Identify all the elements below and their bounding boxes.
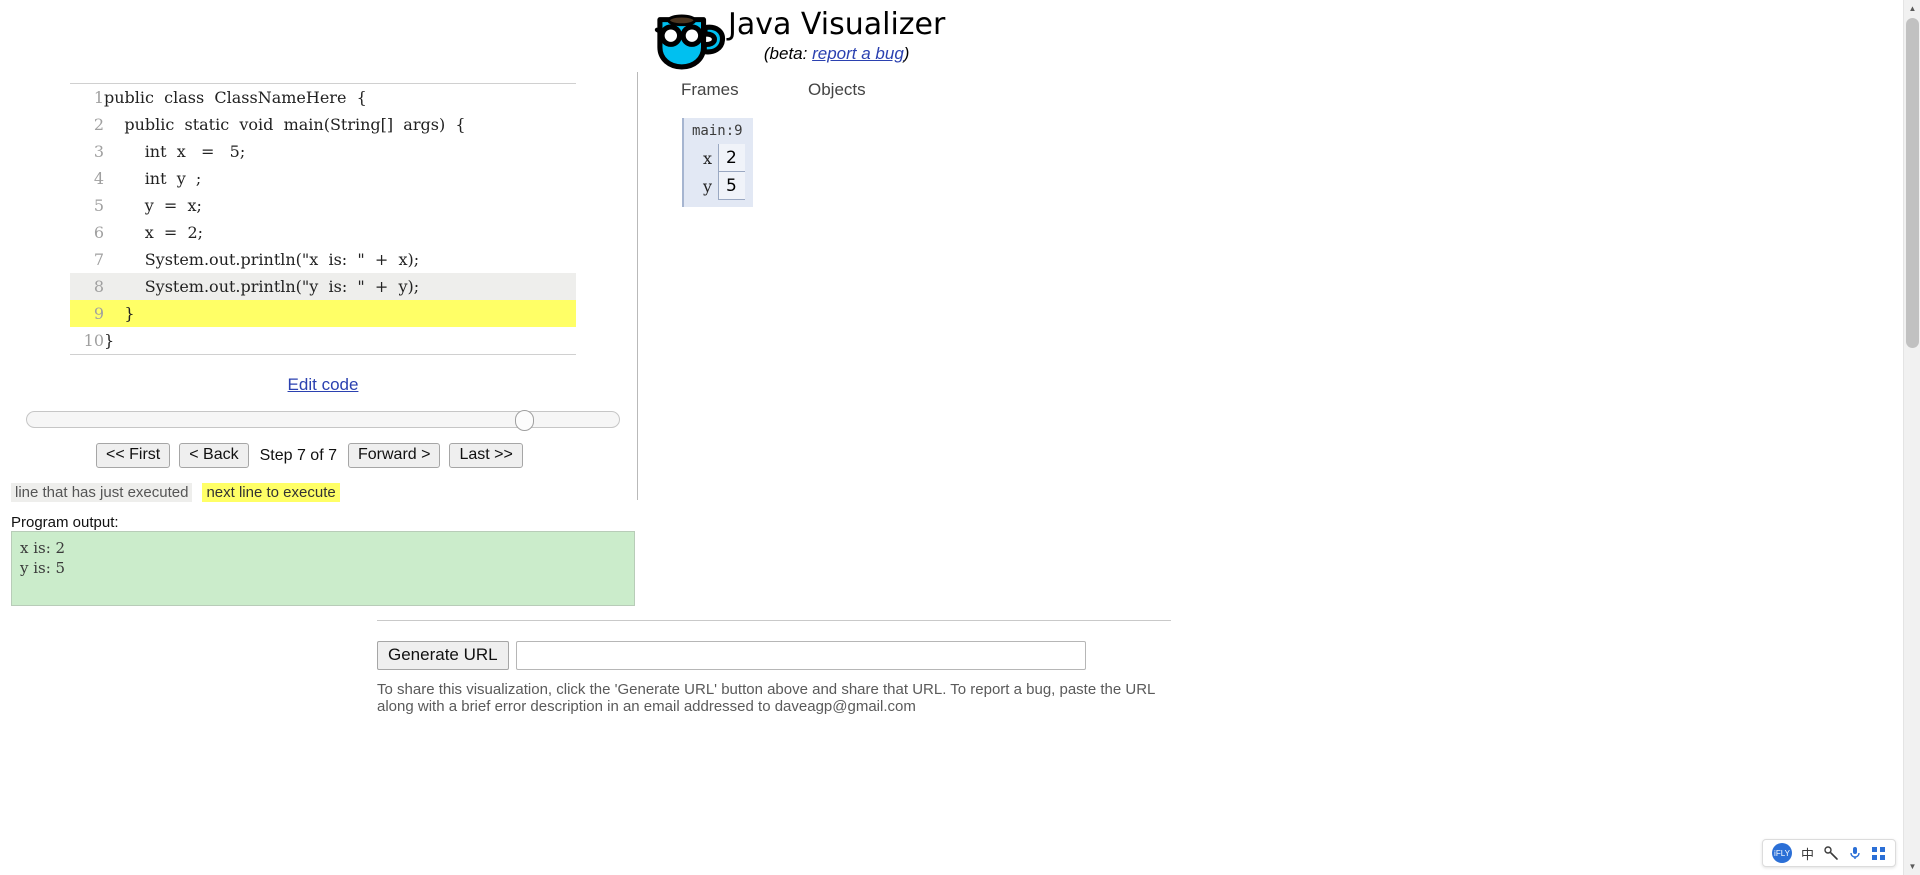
share-help-text: To share this visualization, click the '… [377,681,1155,715]
frames-heading: Frames [681,80,739,99]
ime-tools-icon[interactable] [1823,845,1839,861]
ime-microphone-icon[interactable] [1848,845,1862,861]
ime-floating-toolbar: iFLY 中 [1761,839,1896,867]
last-button[interactable]: Last >> [449,443,523,468]
code-line-text: System.out.println("y is: " + y); [104,273,576,300]
code-line-row: 5 y = x; [70,192,576,219]
code-line-row: 1 public class ClassNameHere { [70,84,576,111]
edit-code-row: Edit code [70,375,576,395]
program-output-box: x is: 2 y is: 5 [11,531,635,606]
code-line-text: System.out.println("x is: " + x); [104,250,420,269]
frame-variables: x2y5 [692,144,745,200]
code-line-number: 1 [93,88,104,107]
legend-just-executed: line that has just executed [11,483,193,502]
code-line-number: 10 [83,331,104,350]
step-controls: << First < Back Step 7 of 7 Forward > La… [96,443,523,468]
code-line-row: 2 public static void main(String[] args)… [70,111,576,138]
code-pane: 1 public class ClassNameHere {2 public st… [70,83,576,355]
scroll-down-arrow[interactable]: ▼ [1904,858,1920,875]
code-line-text: y = x; [104,196,202,215]
code-line-text: int x = 5; [104,142,246,161]
code-bottom-rule [70,354,576,355]
beta-prefix: (beta: [763,44,808,63]
share-row: Generate URL [377,641,1086,670]
code-line-number: 9 [70,300,104,327]
slider-handle[interactable] [514,410,534,431]
share-divider [377,620,1171,621]
java-visualizer-page: Java Visualizer (beta: report a bug) 1 pu… [0,0,1920,875]
report-a-bug-link[interactable]: report a bug [812,44,904,63]
variable-name: y [702,176,712,196]
code-line-number: 8 [70,273,104,300]
code-line-row: 8 System.out.println("y is: " + y); [70,273,576,300]
code-line-text: int y ; [104,169,202,188]
stack-frame-main: main:9 x2y5 [682,118,753,207]
code-line-row: 10} [70,327,576,354]
code-line-row: 7 System.out.println("x is: " + x); [70,246,576,273]
legend-next-line: next line to execute [202,483,340,502]
frame-variable-row: x2 [692,144,745,172]
generate-url-button[interactable]: Generate URL [377,641,509,670]
beta-suffix: ) [903,44,910,63]
step-slider[interactable] [26,410,620,431]
frame-variable-row: y5 [692,172,745,200]
code-line-text: x = 2; [104,223,204,242]
tools-icon [1824,846,1838,860]
program-output-label: Program output: [11,514,119,531]
objects-heading: Objects [808,80,866,99]
execution-legend: line that has just executed next line to… [11,483,340,502]
frame-title: main:9 [692,123,743,139]
code-line-text: public class ClassNameHere { [104,88,367,107]
page-scrollbar[interactable]: ▲ ▼ [1903,0,1920,875]
grid-menu-icon [1872,846,1885,860]
code-line-row: 4 int y ; [70,165,576,192]
code-line-row: 9 } [70,300,576,327]
code-line-number: 3 [93,142,104,161]
code-line-number: 7 [93,250,104,269]
step-counter-label: Step 7 of 7 [259,446,337,464]
ime-language-toggle[interactable]: 中 [1801,844,1814,863]
code-line-row: 6 x = 2; [70,219,576,246]
ime-logo-icon[interactable]: iFLY [1771,843,1792,863]
app-title: Java Visualizer [728,7,946,42]
code-line-text: } [104,331,115,350]
microphone-icon [1850,847,1860,859]
app-header: Java Visualizer (beta: report a bug) [652,8,945,72]
beta-notice: (beta: report a bug) [728,44,945,64]
code-line-row: 3 int x = 5; [70,138,576,165]
forward-button[interactable]: Forward > [347,443,441,468]
variable-value: 5 [718,172,745,200]
code-line-number: 5 [93,196,104,215]
variable-name: x [702,148,712,168]
variable-value: 2 [718,144,745,172]
edit-code-link[interactable]: Edit code [288,375,359,394]
share-url-input[interactable] [515,641,1086,670]
scroll-up-arrow[interactable]: ▲ [1904,0,1920,17]
ime-grid-menu-icon[interactable] [1871,846,1886,861]
code-table: 1 public class ClassNameHere {2 public st… [70,84,576,354]
code-line-text: public static void main(String[] args) { [104,115,466,134]
scrollbar-thumb[interactable] [1906,18,1919,348]
code-line-number: 4 [93,169,104,188]
first-button[interactable]: << First [96,443,171,468]
code-line-text: } [104,300,576,327]
code-line-number: 6 [93,223,104,242]
code-line-number: 2 [93,115,104,134]
pane-divider [637,72,638,500]
java-coffee-cup-glasses-logo-icon [654,14,726,70]
back-button[interactable]: < Back [179,443,249,468]
